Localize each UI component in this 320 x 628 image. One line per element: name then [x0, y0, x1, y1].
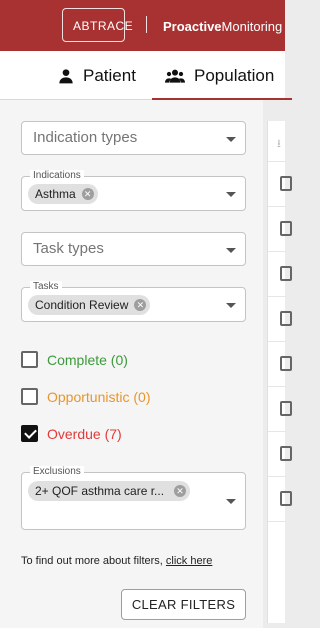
chevron-down-icon[interactable]: [226, 137, 236, 142]
chip-remove-icon[interactable]: ✕: [81, 188, 94, 200]
task-types-placeholder: Task types: [33, 240, 104, 257]
checkbox-checked-icon[interactable]: [21, 425, 38, 442]
chevron-down-icon[interactable]: [226, 248, 236, 253]
chevron-down-icon[interactable]: [226, 192, 236, 197]
table-row[interactable]: [268, 386, 292, 431]
indications-select[interactable]: Indications Asthma ✕: [21, 170, 246, 211]
row-checkbox[interactable]: [280, 176, 292, 191]
abtrace-logo: ABTRACE: [62, 8, 133, 42]
person-icon: [59, 68, 73, 83]
tasks-select[interactable]: Tasks Condition Review ✕: [21, 281, 246, 322]
chip-remove-icon[interactable]: ✕: [174, 485, 187, 497]
chip-remove-icon[interactable]: ✕: [134, 299, 147, 311]
row-checkbox[interactable]: [280, 446, 292, 461]
table-row[interactable]: [268, 341, 292, 386]
tab-patient-label: Patient: [83, 65, 136, 85]
group-icon: [165, 69, 185, 83]
indication-chip-asthma[interactable]: Asthma ✕: [28, 184, 98, 204]
task-chip-condition-review[interactable]: Condition Review ✕: [28, 295, 151, 315]
task-types-select[interactable]: Task types: [21, 232, 246, 266]
row-checkbox[interactable]: [280, 311, 292, 326]
status-opportunistic-checkbox[interactable]: Opportunistic (0): [21, 388, 150, 405]
chevron-down-icon[interactable]: [226, 303, 236, 308]
clear-filters-button[interactable]: CLEAR FILTERS: [121, 589, 246, 620]
row-checkbox[interactable]: [280, 221, 292, 236]
checkbox-unchecked-icon[interactable]: [21, 388, 38, 405]
product-name-rest: Monitoring: [221, 19, 283, 34]
chip-label: 2+ QOF asthma care r...: [35, 484, 165, 498]
row-checkbox[interactable]: [280, 491, 292, 506]
tab-patient[interactable]: Patient: [58, 51, 136, 100]
indications-legend: Indications: [30, 170, 84, 182]
chip-label: Asthma: [35, 187, 76, 201]
table-row[interactable]: [268, 431, 292, 476]
table-row-divider: [268, 521, 286, 523]
checkbox-unchecked-icon[interactable]: [21, 351, 38, 368]
indication-types-placeholder: Indication types: [33, 129, 138, 146]
filters-info-label: To find out more about filters,: [21, 555, 166, 567]
results-table-panel: ⭳: [267, 121, 292, 623]
indication-types-select[interactable]: Indication types: [21, 121, 246, 155]
chevron-down-icon[interactable]: [226, 499, 236, 504]
row-checkbox[interactable]: [280, 401, 292, 416]
status-opportunistic-label: Opportunistic (0): [47, 388, 151, 405]
tab-population-label: Population: [194, 65, 275, 85]
table-row[interactable]: [268, 296, 292, 341]
table-row[interactable]: [268, 161, 292, 206]
status-overdue-checkbox[interactable]: Overdue (7): [21, 425, 122, 442]
filters-info-text: To find out more about filters, click he…: [21, 555, 212, 567]
download-icon[interactable]: ⭳: [277, 135, 281, 154]
status-complete-label: Complete (0): [47, 351, 128, 368]
view-tabs: Patient Population: [0, 51, 292, 100]
tab-population[interactable]: Population: [152, 51, 292, 100]
chip-label: Condition Review: [35, 298, 129, 312]
logo-separator: [146, 16, 147, 33]
app-header: ABTRACE ProactiveMonitoring: [0, 0, 285, 51]
table-row[interactable]: [268, 251, 292, 296]
table-row[interactable]: [268, 476, 292, 521]
table-row[interactable]: [268, 206, 292, 251]
exclusions-legend: Exclusions: [30, 466, 84, 478]
product-name: ProactiveMonitoring: [163, 19, 282, 34]
tasks-legend: Tasks: [30, 281, 62, 293]
exclusions-select[interactable]: Exclusions 2+ QOF asthma care r... ✕: [21, 466, 246, 530]
row-checkbox[interactable]: [280, 356, 292, 371]
status-overdue-label: Overdue (7): [47, 425, 122, 442]
filters-info-link[interactable]: click here: [166, 555, 212, 567]
row-checkbox[interactable]: [280, 266, 292, 281]
exclusion-chip[interactable]: 2+ QOF asthma care r... ✕: [28, 481, 191, 501]
status-complete-checkbox[interactable]: Complete (0): [21, 351, 128, 368]
product-name-bold: Proactive: [163, 19, 222, 34]
